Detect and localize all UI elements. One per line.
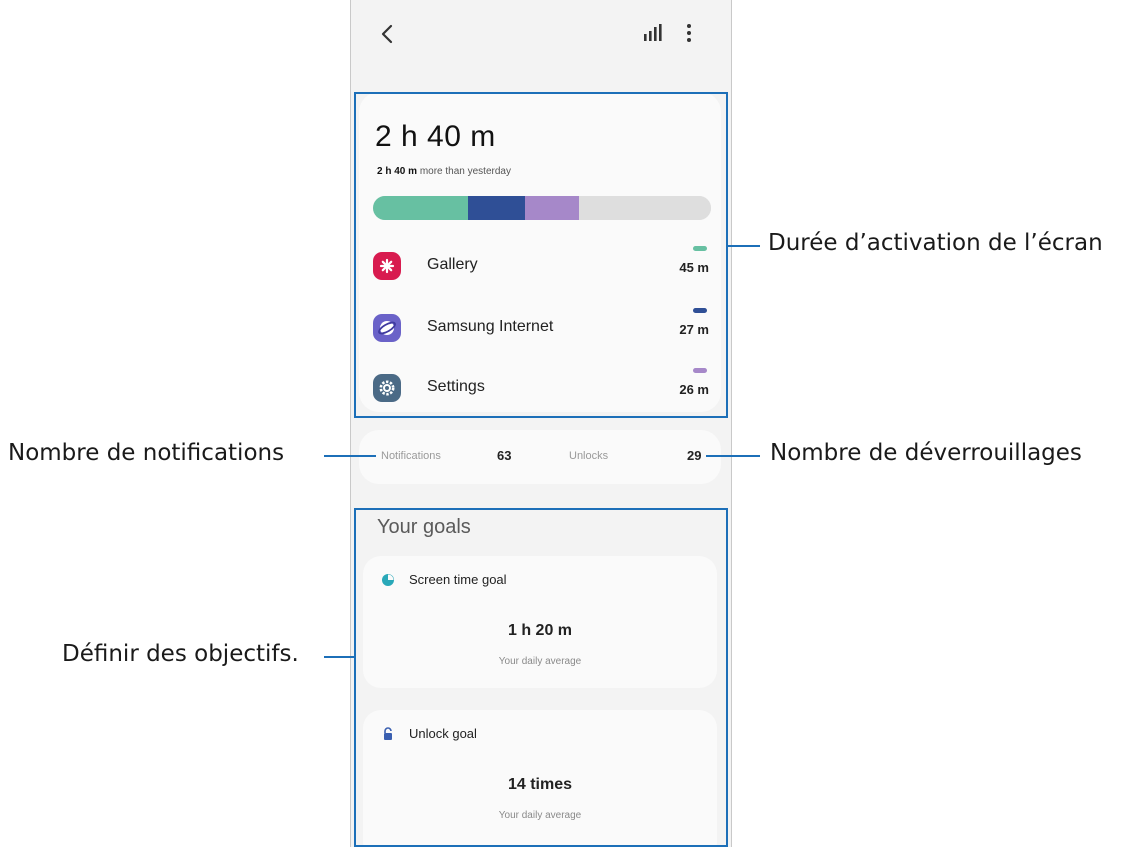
app-row-settings[interactable]: Settings 26 m bbox=[359, 360, 721, 420]
gallery-icon bbox=[373, 252, 401, 280]
back-button[interactable] bbox=[373, 20, 401, 48]
notifications-callout: Nombre de notifications bbox=[8, 440, 285, 466]
screen-time-goal-sub: Your daily average bbox=[498, 656, 582, 667]
goals-leader-line bbox=[324, 656, 354, 658]
usage-segment-other bbox=[579, 196, 711, 220]
app-time-settings: 26 m bbox=[679, 382, 709, 397]
usage-segment-samsung-internet bbox=[468, 196, 525, 220]
unlock-goal-sub: Your daily average bbox=[498, 810, 582, 821]
compare-value: 2 h 40 m bbox=[377, 166, 418, 177]
screen-time-goal-value: 1 h 20 m bbox=[507, 622, 573, 639]
app-name-samsung-internet: Samsung Internet bbox=[427, 318, 554, 335]
total-screen-time: 2 h 40 m bbox=[375, 120, 496, 153]
unlocks-leader-line bbox=[706, 455, 760, 457]
unlock-icon bbox=[381, 726, 395, 741]
app-time-gallery: 45 m bbox=[679, 260, 709, 275]
goals-callout: Définir des objectifs. bbox=[62, 641, 299, 667]
screen-time-callout: Durée d’activation de l’écran bbox=[768, 230, 1103, 256]
more-vertical-icon bbox=[687, 24, 691, 42]
unlocks-callout: Nombre de déverrouillages bbox=[770, 440, 1082, 466]
screen-time-goal-label: Screen time goal bbox=[409, 572, 507, 587]
unlock-goal-card[interactable]: Unlock goal 14 times Your daily average bbox=[363, 710, 717, 847]
screen-time-goal-card[interactable]: Screen time goal 1 h 20 m Your daily ave… bbox=[363, 556, 717, 688]
unlocks-label: Unlocks bbox=[569, 450, 609, 462]
more-options-button[interactable] bbox=[685, 22, 705, 50]
unlock-goal-value: 14 times bbox=[507, 776, 573, 793]
unlock-goal-header: Unlock goal bbox=[381, 726, 477, 741]
app-bar bbox=[351, 0, 731, 80]
counts-card: Notifications 63 Unlocks 29 bbox=[359, 430, 721, 484]
notifications-count: 63 bbox=[497, 448, 512, 463]
goals-title: Your goals bbox=[377, 516, 471, 538]
bar-chart-icon bbox=[644, 24, 662, 41]
app-name-settings: Settings bbox=[427, 378, 485, 395]
app-color-dash-gallery bbox=[693, 246, 707, 251]
app-row-gallery[interactable]: Gallery 45 m bbox=[359, 238, 721, 298]
app-time-samsung-internet: 27 m bbox=[679, 322, 709, 337]
app-name-gallery: Gallery bbox=[427, 256, 478, 273]
notifications-label: Notifications bbox=[381, 450, 441, 462]
chevron-left-icon bbox=[381, 24, 393, 44]
notifications-leader-line bbox=[324, 455, 376, 457]
app-color-dash-settings bbox=[693, 368, 707, 373]
usage-bar bbox=[373, 196, 711, 220]
app-row-samsung-internet[interactable]: Samsung Internet 27 m bbox=[359, 300, 721, 360]
usage-segment-settings bbox=[525, 196, 579, 220]
settings-gear-icon bbox=[373, 374, 401, 402]
screen-time-summary-card: 2 h 40 m 2 h 40 m more than yesterday Ga… bbox=[359, 92, 721, 412]
compare-text: more than yesterday bbox=[419, 166, 511, 177]
app-color-dash-samsung-internet bbox=[693, 308, 707, 313]
screen-time-leader-line bbox=[728, 245, 760, 247]
phone-screen: 2 h 40 m 2 h 40 m more than yesterday Ga… bbox=[350, 0, 732, 847]
unlock-goal-label: Unlock goal bbox=[409, 726, 477, 741]
stats-button[interactable] bbox=[641, 22, 669, 50]
pie-clock-icon bbox=[381, 573, 395, 587]
samsung-internet-icon bbox=[373, 314, 401, 342]
usage-segment-gallery bbox=[373, 196, 468, 220]
compare-yesterday: 2 h 40 m more than yesterday bbox=[377, 166, 511, 177]
screen-time-goal-header: Screen time goal bbox=[381, 572, 507, 587]
unlocks-count: 29 bbox=[687, 448, 702, 463]
